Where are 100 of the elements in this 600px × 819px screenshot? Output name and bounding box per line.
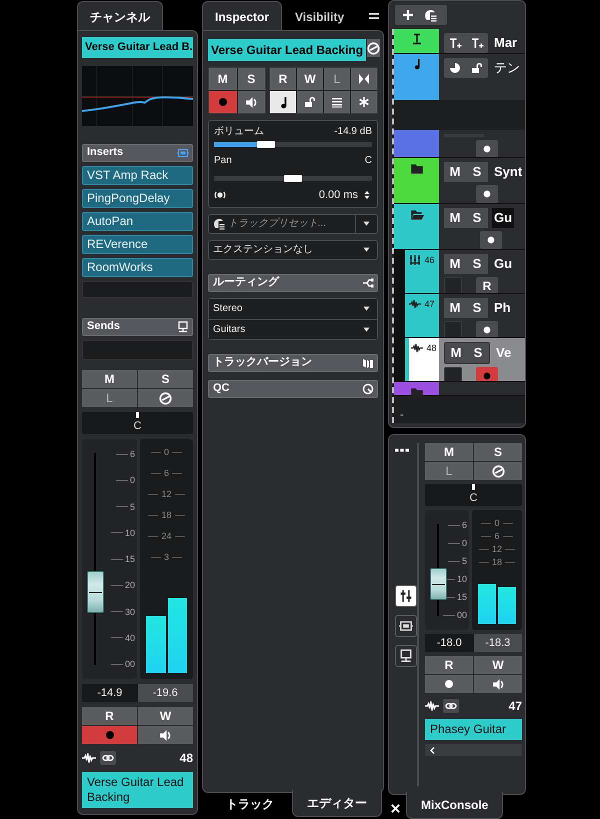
write-button[interactable]: W: [138, 707, 193, 725]
pie-icon: [449, 62, 461, 74]
track-row[interactable]: 48 M S Ve: [394, 338, 525, 382]
insert-slot[interactable]: PingPongDelay: [82, 188, 193, 208]
record-button[interactable]: [476, 140, 498, 157]
record-button[interactable]: [476, 367, 498, 381]
inspector-tab[interactable]: Visibility: [282, 1, 358, 30]
lock-button[interactable]: [297, 91, 323, 113]
view-tool-button[interactable]: [395, 585, 417, 607]
bypass-button[interactable]: [351, 68, 377, 90]
read-button[interactable]: R: [82, 707, 137, 725]
track-name: Gu: [492, 208, 514, 228]
track-name-field: Verse Guitar Lead Backing: [208, 39, 366, 61]
read-button[interactable]: R: [270, 68, 296, 90]
record-icon: [216, 96, 229, 108]
monitor-button[interactable]: [238, 91, 265, 113]
record-button[interactable]: [476, 185, 498, 203]
record-button[interactable]: [476, 321, 498, 337]
routing-dropdown[interactable]: Guitars: [209, 318, 377, 338]
slider-track[interactable]: [214, 176, 372, 181]
edit-button[interactable]: [138, 389, 193, 407]
track-row[interactable]: 46 M S Gu R: [394, 250, 525, 294]
fader-handle[interactable]: [430, 568, 447, 600]
panel-tab[interactable]: チャンネル: [77, 1, 163, 30]
track-number: 47: [424, 298, 434, 311]
add-track-button[interactable]: [400, 8, 416, 22]
fader-scale-label: 30: [110, 606, 135, 616]
extension-dropdown[interactable]: エクステンションなし: [208, 240, 378, 260]
marker-plus-icon: [448, 36, 462, 50]
record-icon: [486, 235, 496, 245]
pan-control[interactable]: C: [82, 412, 193, 434]
pan-control[interactable]: C: [425, 484, 522, 506]
track-name: Synt: [493, 163, 524, 182]
inspector-tab[interactable]: Inspector: [202, 1, 282, 30]
track-toggle[interactable]: [444, 277, 462, 293]
track-number: 47: [508, 698, 522, 715]
sends-icon: [177, 320, 189, 332]
inserts-header[interactable]: Inserts: [82, 144, 193, 162]
track-row[interactable]: [394, 382, 525, 396]
read-button[interactable]: R: [476, 277, 498, 293]
meter-scale-label: 18: [148, 510, 184, 520]
edit-button[interactable]: [474, 462, 522, 480]
record-button[interactable]: [480, 231, 502, 249]
fader-scale-label: 6: [116, 449, 135, 459]
insert-slot[interactable]: RoomWorks: [82, 258, 193, 276]
marker-plus-icon: [470, 36, 484, 50]
track-row[interactable]: M S Synt: [394, 158, 525, 204]
slider-track[interactable]: [214, 142, 372, 147]
view-tool-button[interactable]: [395, 615, 417, 637]
meter-scale-label: 12: [478, 544, 515, 554]
track-presets-button[interactable]: [422, 8, 438, 22]
record-button[interactable]: [425, 675, 473, 693]
fader-handle[interactable]: [87, 571, 104, 613]
record-icon: [482, 189, 492, 199]
freeze-button[interactable]: [351, 91, 377, 113]
record-button[interactable]: [209, 91, 236, 113]
solo-button[interactable]: S: [474, 443, 522, 461]
track-row[interactable]: [394, 130, 525, 158]
read-button[interactable]: R: [425, 656, 473, 674]
marker-icon: [410, 33, 422, 45]
routing-dropdown[interactable]: Stereo: [209, 298, 377, 318]
solo-button[interactable]: S: [138, 370, 193, 388]
track-number: 48: [426, 342, 436, 355]
section-header[interactable]: QC: [208, 380, 378, 398]
track-toggle[interactable]: [444, 367, 462, 381]
bottom-tab[interactable]: エディター: [292, 790, 382, 817]
solo-button[interactable]: S: [238, 68, 265, 90]
section-header[interactable]: トラックバージョン: [208, 354, 378, 372]
caret-down-icon: [362, 245, 370, 254]
track-row[interactable]: M S Gu: [394, 204, 525, 250]
monitor-button[interactable]: [474, 675, 522, 693]
waveform-icon: [82, 751, 96, 765]
record-button[interactable]: [82, 726, 137, 744]
routing-header[interactable]: ルーティング: [208, 274, 378, 292]
track-toggle[interactable]: [444, 321, 462, 337]
sends-header[interactable]: Sends: [82, 318, 193, 336]
mute-button[interactable]: M: [425, 443, 473, 461]
bottom-tab[interactable]: トラック: [212, 791, 288, 817]
slider-handle[interactable]: [284, 175, 302, 182]
edit-button[interactable]: [367, 39, 380, 57]
fader-scale-label: 00: [442, 610, 467, 620]
mixconsole-tab[interactable]: MixConsole: [406, 792, 504, 819]
insert-slot[interactable]: VST Amp Rack: [82, 166, 193, 184]
view-tool-button[interactable]: [395, 645, 417, 667]
mute-button[interactable]: M: [82, 370, 137, 388]
slider-handle[interactable]: [257, 141, 276, 148]
write-button[interactable]: W: [474, 656, 522, 674]
slider-value: C: [364, 154, 372, 168]
plus-icon: [402, 9, 414, 21]
monitor-button[interactable]: [138, 726, 193, 744]
time-base-button[interactable]: [270, 91, 296, 113]
track-row[interactable]: 47 M S Ph: [394, 294, 525, 338]
track-row[interactable]: Mar: [394, 29, 525, 54]
write-button[interactable]: W: [297, 68, 323, 90]
insert-slot[interactable]: REVerence: [82, 234, 193, 254]
track-number: 46: [424, 254, 434, 267]
insert-slot[interactable]: AutoPan: [82, 212, 193, 230]
lanes-button[interactable]: [324, 91, 350, 113]
fader-scale-label: 15: [110, 554, 135, 564]
mute-button[interactable]: M: [209, 68, 236, 90]
